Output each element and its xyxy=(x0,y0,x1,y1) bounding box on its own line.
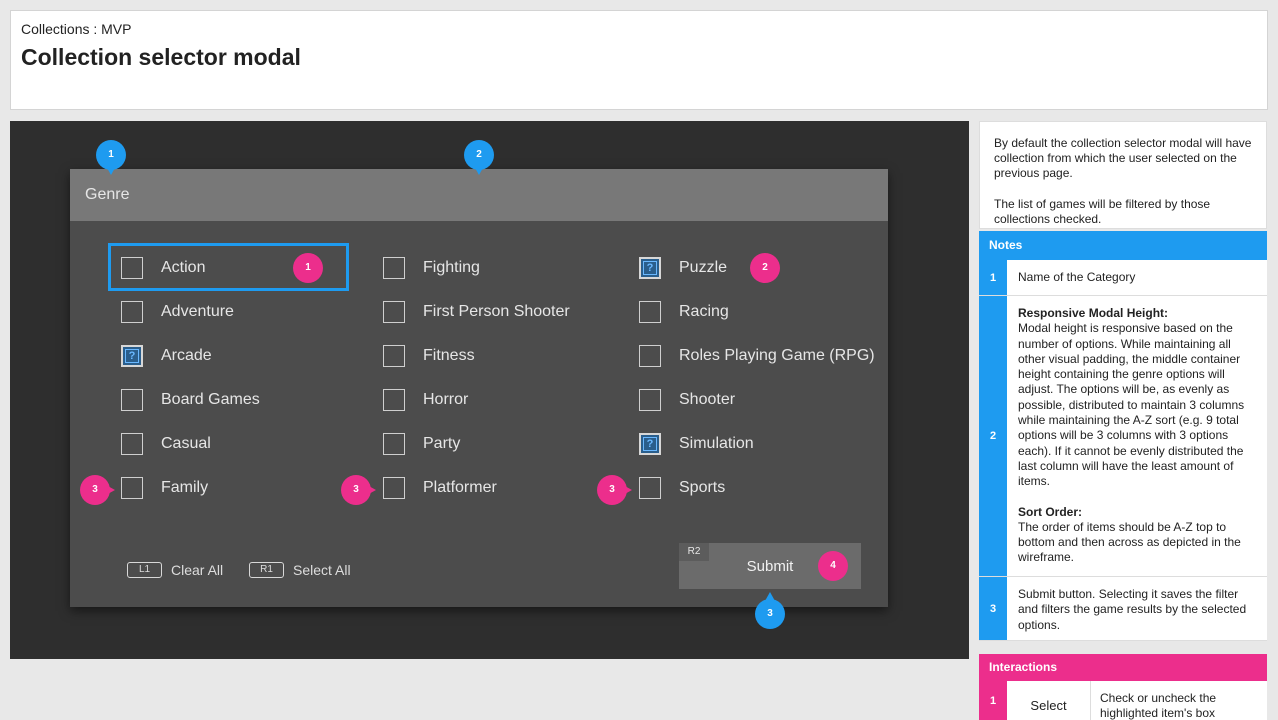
genre-label: Puzzle xyxy=(679,259,728,276)
intro-text: By default the collection selector modal… xyxy=(979,121,1267,229)
clear-all-button[interactable]: Clear All xyxy=(171,562,223,578)
checkbox[interactable] xyxy=(383,433,405,455)
genre-label: Horror xyxy=(423,391,469,408)
interaction-description: Check or uncheck the highlighted item's … xyxy=(1100,691,1217,720)
r1-key-icon: R1 xyxy=(249,562,284,578)
question-mark-icon: ? xyxy=(643,437,657,451)
note-row: 3 Submit button. Selecting it saves the … xyxy=(979,577,1267,641)
checkbox[interactable] xyxy=(121,301,143,323)
note-text: Name of the Category xyxy=(1018,270,1136,284)
genre-label: Board Games xyxy=(161,391,260,408)
genre-label: Fighting xyxy=(423,259,480,276)
checkbox[interactable] xyxy=(639,389,661,411)
genre-label: Platformer xyxy=(423,479,497,496)
annotation-pin-pink-3: 3 xyxy=(80,475,115,505)
modal-title: Genre xyxy=(85,186,130,203)
annotation-pin-blue-1: 1 xyxy=(96,140,126,175)
checkbox-checked[interactable]: ? xyxy=(639,257,661,279)
genre-label: Simulation xyxy=(679,435,754,452)
genre-label: Sports xyxy=(679,479,726,496)
annotation-pin-pink-3: 3 xyxy=(597,475,632,505)
note-heading: Sort Order: xyxy=(1018,504,1083,519)
annotation-pin-blue-2: 2 xyxy=(464,140,494,175)
intro-paragraph: The list of games will be filtered by th… xyxy=(994,196,1211,226)
question-mark-icon: ? xyxy=(125,349,139,363)
checkbox[interactable] xyxy=(383,301,405,323)
genre-label: Racing xyxy=(679,303,729,320)
checkbox[interactable] xyxy=(121,433,143,455)
breadcrumb[interactable]: Collections : MVP xyxy=(21,21,131,37)
checkbox[interactable] xyxy=(121,477,143,499)
checkbox[interactable] xyxy=(639,477,661,499)
collection-selector-modal: Genre xyxy=(70,169,888,607)
checkbox[interactable] xyxy=(639,345,661,367)
interactions-header: Interactions xyxy=(979,654,1267,681)
genre-label: First Person Shooter xyxy=(423,303,570,320)
note-number: 1 xyxy=(979,260,1007,295)
checkbox[interactable] xyxy=(383,389,405,411)
checkbox[interactable] xyxy=(639,301,661,323)
select-all-button[interactable]: Select All xyxy=(293,562,351,578)
checkbox[interactable] xyxy=(383,257,405,279)
annotation-pin-pink-3: 3 xyxy=(341,475,376,505)
l1-key-icon: L1 xyxy=(127,562,162,578)
page-header: Collections : MVP Collection selector mo… xyxy=(10,10,1268,110)
genre-label: Adventure xyxy=(161,303,234,320)
note-paragraph: Modal height is responsive based on the … xyxy=(1018,321,1245,489)
note-paragraph: The order of items should be A-Z top to … xyxy=(1018,519,1241,565)
checkbox-checked[interactable]: ? xyxy=(121,345,143,367)
question-mark-icon: ? xyxy=(643,261,657,275)
genre-label: Fitness xyxy=(423,347,475,364)
genre-label: Party xyxy=(423,435,461,452)
notes-header: Notes xyxy=(979,231,1267,260)
genre-label: Arcade xyxy=(161,347,212,364)
intro-paragraph: By default the collection selector modal… xyxy=(994,136,1252,181)
interaction-row: 1 Select Check or uncheck the highlighte… xyxy=(979,681,1267,720)
genre-label: Roles Playing Game (RPG) xyxy=(679,347,875,364)
checkbox[interactable] xyxy=(121,389,143,411)
note-row: 2 Responsive Modal Height: Modal height … xyxy=(979,296,1267,577)
genre-label: Shooter xyxy=(679,391,736,408)
genre-label: Casual xyxy=(161,435,211,452)
note-heading: Responsive Modal Height: xyxy=(1018,306,1169,320)
note-text: Responsive Modal Height: Modal height is… xyxy=(1018,306,1259,566)
note-number: 2 xyxy=(979,296,1007,576)
annotation-pin-pink-1: 1 xyxy=(293,253,323,283)
page-title: Collection selector modal xyxy=(21,44,301,70)
genre-label: Family xyxy=(161,479,209,496)
interaction-action: Select xyxy=(1007,681,1091,720)
note-row: 1 Name of the Category xyxy=(979,260,1267,296)
modal-header: Genre xyxy=(70,169,888,221)
checkbox[interactable] xyxy=(383,477,405,499)
note-number: 3 xyxy=(979,577,1007,640)
annotation-pin-pink-2: 2 xyxy=(750,253,780,283)
note-text: Submit button. Selecting it saves the fi… xyxy=(1018,587,1247,632)
annotation-pin-blue-3: 3 xyxy=(755,592,785,629)
annotation-pin-pink-4: 4 xyxy=(818,551,848,581)
checkbox[interactable] xyxy=(383,345,405,367)
checkbox-checked[interactable]: ? xyxy=(639,433,661,455)
interaction-number: 1 xyxy=(979,681,1007,720)
